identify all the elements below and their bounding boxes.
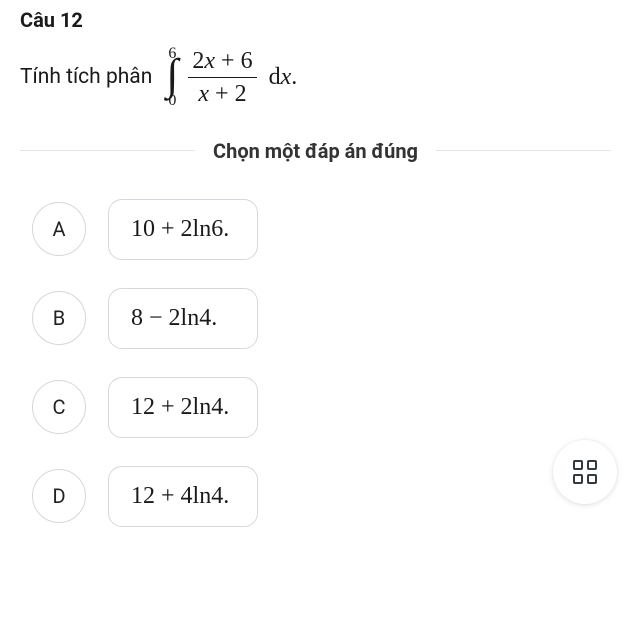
stem-prefix: Tính tích phân <box>20 65 152 89</box>
option-c[interactable]: C 12 + 2ln4. <box>32 377 611 438</box>
grid-menu-button[interactable] <box>553 440 617 504</box>
question-title: Câu 12 <box>20 8 611 32</box>
option-letter-d: D <box>32 469 86 523</box>
options-list: A 10 + 2ln6. B 8 − 2ln4. C 12 + 2ln4. D … <box>20 199 611 527</box>
option-text-d: 12 + 4ln4. <box>108 466 258 527</box>
fraction: 2x + 6 x + 2 <box>188 48 256 108</box>
divider-left <box>20 150 195 151</box>
option-a[interactable]: A 10 + 2ln6. <box>32 199 611 260</box>
option-letter-b: B <box>32 291 86 345</box>
fraction-numerator: 2x + 6 <box>188 48 256 78</box>
option-text-c: 12 + 2ln4. <box>108 377 258 438</box>
question-stem: Tính tích phân 6 ∫ 0 2x + 6 x + 2 dx. <box>20 46 611 109</box>
instruction-text: Chọn một đáp án đúng <box>195 139 436 163</box>
integral-symbol: 6 ∫ 0 <box>166 46 178 109</box>
differential: dx. <box>269 64 298 91</box>
option-b[interactable]: B 8 − 2ln4. <box>32 288 611 349</box>
option-letter-a: A <box>32 202 86 256</box>
integral-sign: ∫ <box>166 60 178 91</box>
option-d[interactable]: D 12 + 4ln4. <box>32 466 611 527</box>
instruction-row: Chọn một đáp án đúng <box>20 139 611 163</box>
option-text-b: 8 − 2ln4. <box>108 288 258 349</box>
option-text-a: 10 + 2ln6. <box>108 199 258 260</box>
fraction-denominator: x + 2 <box>188 78 256 107</box>
divider-right <box>436 150 611 151</box>
integral-lower: 0 <box>168 93 176 109</box>
option-letter-c: C <box>32 380 86 434</box>
math-expression: 6 ∫ 0 2x + 6 x + 2 dx. <box>162 46 297 109</box>
grid-icon <box>573 460 597 484</box>
